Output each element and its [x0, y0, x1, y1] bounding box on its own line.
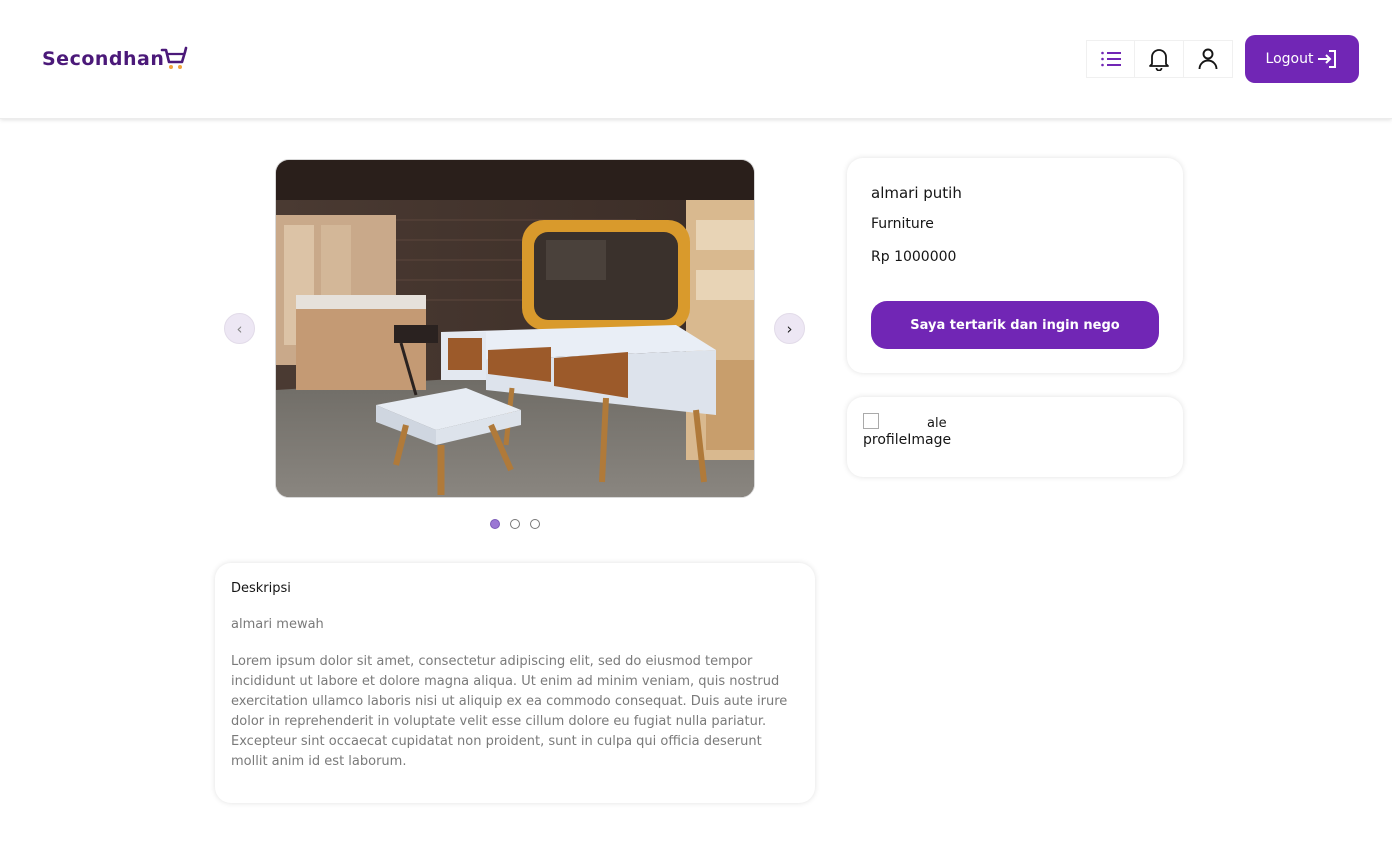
seller-avatar-alt-text: profileImage [863, 432, 952, 448]
seller-card: ale profileImage [847, 397, 1183, 477]
shopping-cart-icon [161, 46, 188, 69]
description-body: Lorem ipsum dolor sit amet, consectetur … [231, 654, 788, 769]
description-card: Deskripsi almari mewah Lorem ipsum dolor… [215, 563, 815, 803]
list-icon[interactable] [1086, 40, 1135, 78]
carousel-next-button[interactable]: › [774, 313, 805, 344]
carousel-dot-1[interactable] [490, 519, 500, 529]
description-title: Deskripsi [231, 581, 291, 596]
nego-button[interactable]: Saya tertarik dan ingin nego [871, 301, 1159, 349]
product-name: almari putih [871, 184, 962, 202]
login-arrow-icon [1318, 50, 1337, 68]
user-icon[interactable] [1184, 40, 1233, 78]
carousel-dot-3[interactable] [530, 519, 540, 529]
carousel-dot-2[interactable] [510, 519, 520, 529]
top-navbar: Secondhan Logout [0, 0, 1392, 119]
brand-logo[interactable]: Secondhan [42, 46, 188, 72]
logout-button[interactable]: Logout [1245, 35, 1359, 83]
seller-name: ale [927, 416, 947, 431]
product-image-carousel[interactable] [275, 159, 755, 498]
broken-image-icon [863, 413, 879, 429]
product-photo [276, 160, 754, 497]
logout-label: Logout [1265, 51, 1314, 67]
chevron-right-icon: › [786, 319, 793, 338]
nav-icon-group [1086, 40, 1233, 78]
logo-text: Secondhan [42, 48, 165, 70]
carousel-indicators [490, 519, 540, 529]
carousel-prev-button[interactable]: ‹ [224, 313, 255, 344]
bell-icon[interactable] [1135, 40, 1184, 78]
chevron-left-icon: ‹ [236, 319, 243, 338]
product-info-card: almari putih Furniture Rp 1000000 Saya t… [847, 158, 1183, 373]
product-price: Rp 1000000 [871, 249, 957, 265]
product-category: Furniture [871, 216, 934, 232]
description-subtitle: almari mewah [231, 617, 324, 632]
